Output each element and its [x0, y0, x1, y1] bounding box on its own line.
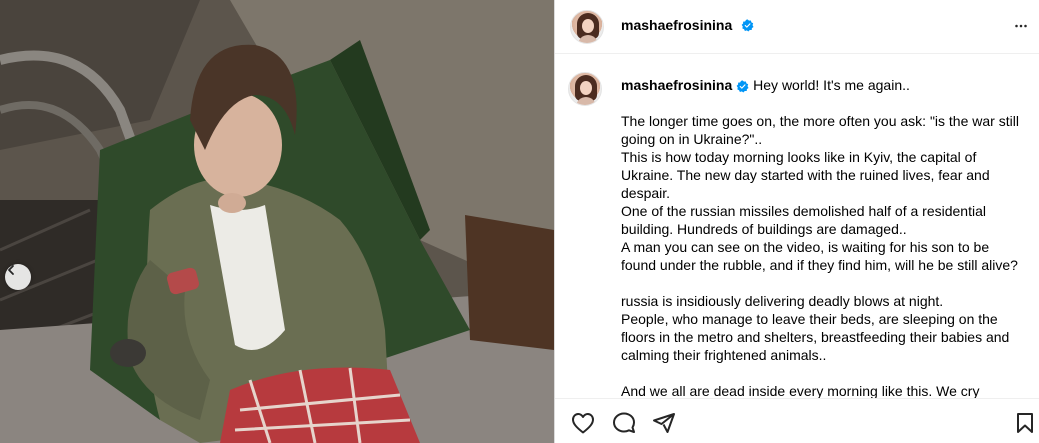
post-photo: [0, 0, 554, 443]
caption-author-avatar[interactable]: [568, 72, 602, 106]
chevron-left-icon: [8, 265, 14, 275]
caption-username[interactable]: mashaefrosinina: [621, 77, 732, 93]
caption-blank-line: [621, 94, 1025, 112]
caption-blank-line: [621, 364, 1025, 382]
caption-line: The longer time goes on, the more often …: [621, 113, 1019, 147]
action-bar: [555, 398, 1039, 443]
caption-first-line: mashaefrosinina Hey world! It's me again…: [621, 76, 1025, 94]
caption-line: This is how today morning looks like in …: [621, 149, 990, 201]
save-button[interactable]: [1015, 412, 1035, 439]
caption-section: mashaefrosinina Hey world! It's me again…: [555, 55, 1039, 398]
caption-body: The longer time goes on, the more often …: [621, 94, 1025, 398]
comment-icon: [613, 412, 635, 433]
verified-badge-icon: [736, 80, 749, 93]
author-avatar[interactable]: [570, 10, 604, 44]
share-button[interactable]: [652, 412, 676, 439]
post-media: [0, 0, 554, 443]
like-button[interactable]: [571, 412, 595, 439]
post-details-panel: mashaefrosinina mashaefrosinina Hey worl…: [554, 0, 1039, 443]
caption-intro: Hey world! It's me again..: [753, 77, 910, 93]
caption-line: russia is insidiously delivering deadly …: [621, 293, 944, 309]
author-username[interactable]: mashaefrosinina: [621, 17, 732, 33]
caption-line: And we all are dead inside every morning…: [621, 383, 980, 398]
previous-media-button[interactable]: [5, 264, 31, 290]
post-header: mashaefrosinina: [555, 0, 1039, 54]
heart-icon: [572, 413, 594, 434]
author-name-row: mashaefrosinina: [621, 17, 754, 35]
share-icon: [653, 413, 675, 433]
comment-button[interactable]: [612, 412, 636, 439]
more-options-button[interactable]: [1012, 17, 1030, 40]
caption-blank-line: [621, 274, 1025, 292]
bookmark-icon: [1017, 413, 1033, 433]
caption-line: A man you can see on the video, is waiti…: [621, 239, 1018, 273]
verified-badge-icon: [741, 19, 754, 32]
post-caption: mashaefrosinina Hey world! It's me again…: [621, 76, 1025, 398]
more-options-icon: [1015, 24, 1027, 28]
caption-line: People, who manage to leave their beds, …: [621, 311, 1010, 363]
caption-line: One of the russian missiles demolished h…: [621, 203, 986, 237]
